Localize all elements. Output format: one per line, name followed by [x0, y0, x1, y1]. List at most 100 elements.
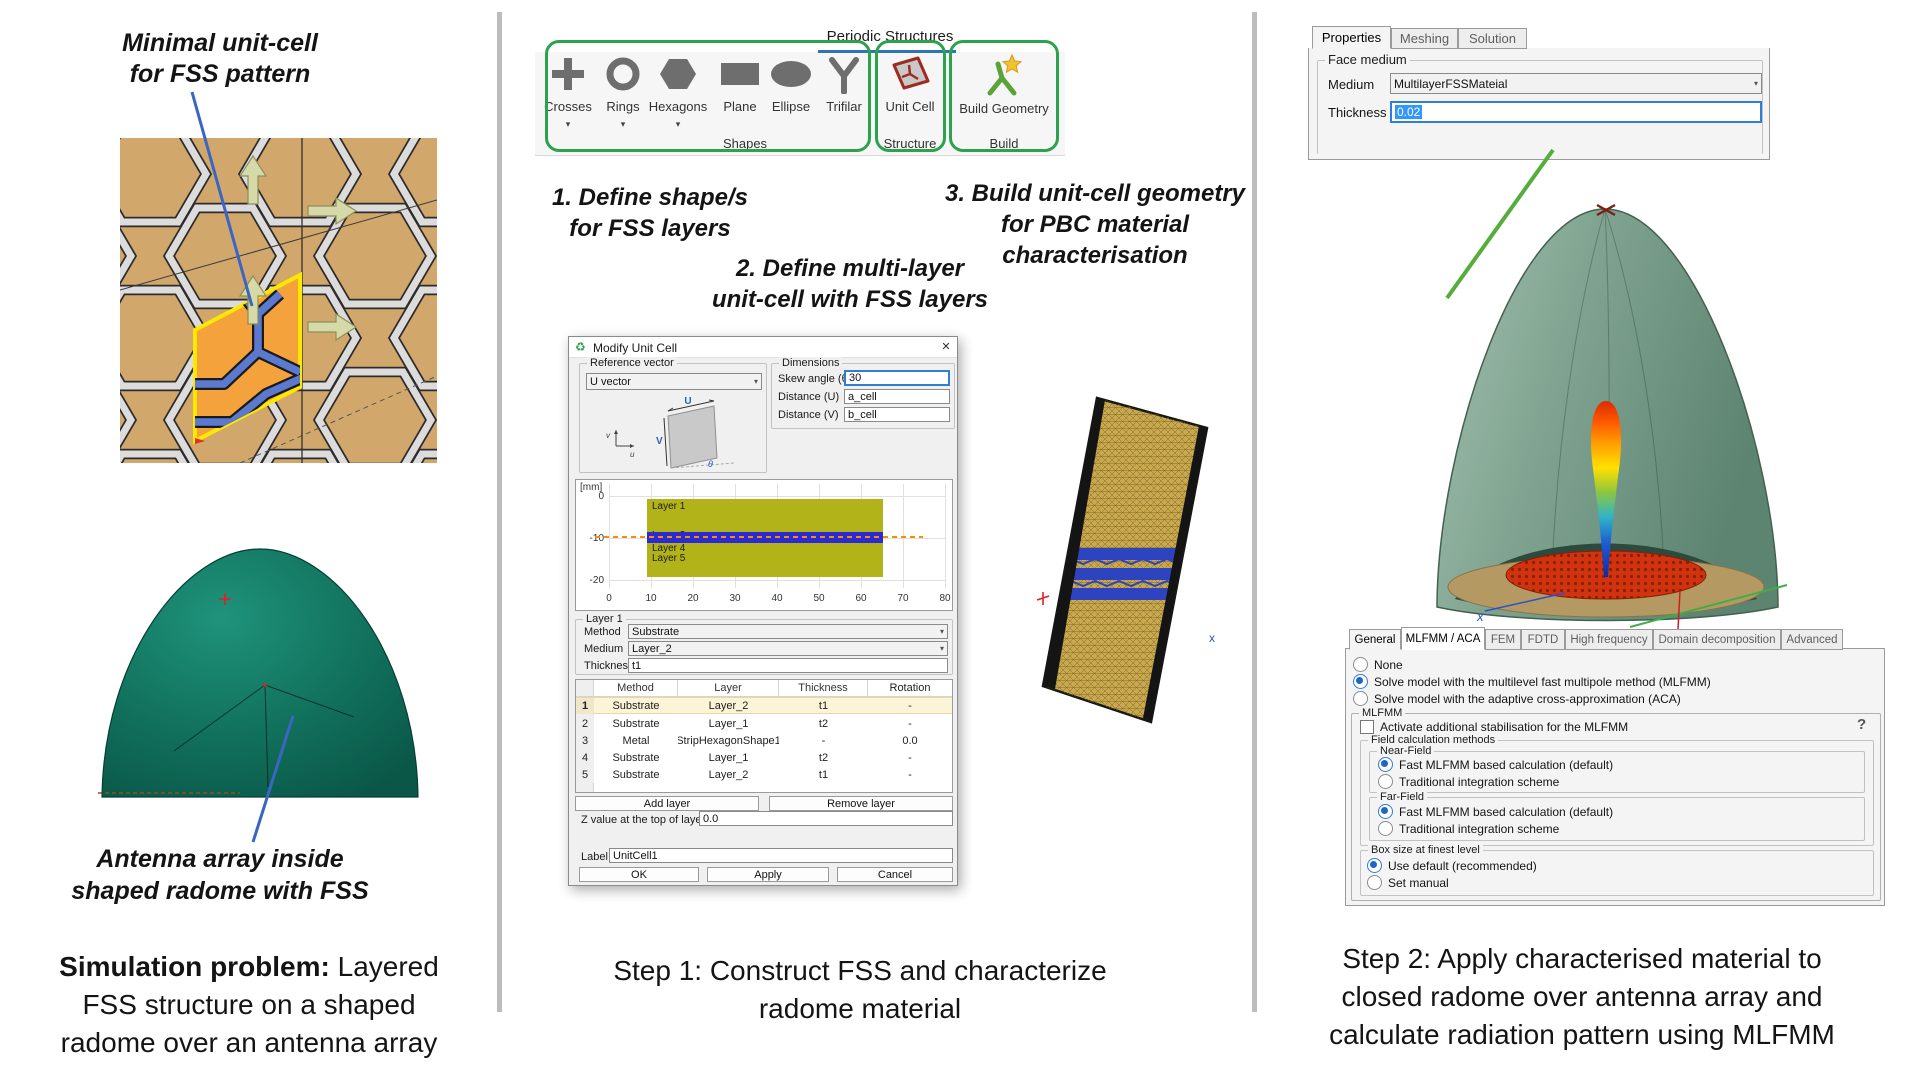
far-field-label: Far-Field — [1377, 791, 1427, 803]
ok-button[interactable]: OK — [579, 867, 699, 882]
plot-ytick: -20 — [578, 575, 604, 586]
plot-xtick: 20 — [681, 593, 705, 604]
cancel-button[interactable]: Cancel — [837, 867, 953, 882]
layer1-label: Layer 1 — [652, 502, 685, 512]
table-row[interactable]: 2 Substrate Layer_1 t2 - — [576, 715, 952, 732]
radio-icon[interactable] — [1378, 821, 1393, 836]
app-icon: ♻ — [575, 340, 586, 354]
plot-xtick: 40 — [765, 593, 789, 604]
distance-u-input[interactable]: a_cell — [844, 389, 950, 404]
axis-marker — [1037, 592, 1049, 605]
checkbox-icon[interactable] — [1360, 720, 1374, 734]
close-icon[interactable]: ✕ — [937, 340, 955, 353]
selected-text: 0.02 — [1395, 105, 1422, 119]
remove-layer-button[interactable]: Remove layer — [769, 796, 953, 811]
tab-general[interactable]: General — [1349, 629, 1401, 650]
plot-xtick: 60 — [849, 593, 873, 604]
plot-xtick: 10 — [639, 593, 663, 604]
dialog-titlebar[interactable]: ♻ Modify Unit Cell ✕ — [569, 337, 957, 358]
table-row[interactable]: 3 Metal StripHexagonShape1 - 0.0 — [576, 732, 952, 749]
skew-angle-input[interactable]: 30 — [844, 370, 950, 386]
tab-mlfmm-aca[interactable]: MLFMM / ACA — [1401, 627, 1485, 650]
reference-vector-select[interactable]: U vector — [586, 373, 762, 390]
face-medium-label: Face medium — [1325, 54, 1410, 66]
annotation-2: 2. Define multi-layer unit-cell with FSS… — [695, 253, 1005, 315]
diagram-v-label: V — [656, 436, 663, 447]
layer5-label: Layer 5 — [652, 554, 685, 564]
table-row[interactable]: 1 Substrate Layer_2 t1 - — [576, 697, 952, 714]
diagram-axis-u: u — [630, 450, 635, 459]
plot-xtick: 0 — [597, 593, 621, 604]
radio-icon[interactable] — [1353, 691, 1368, 706]
ribbon-fragment: Periodic Structures Crosses Rings Hexago… — [535, 22, 1065, 156]
layer-table: Method Layer Thickness Rotation 1 Substr… — [575, 679, 953, 793]
table-header-thickness[interactable]: Thickness — [779, 680, 868, 696]
option-aca[interactable]: Solve model with the adaptive cross-appr… — [1353, 691, 1681, 706]
problem-caption-line2: FSS structure on a shaped — [10, 986, 488, 1024]
option-near-traditional[interactable]: Traditional integration scheme — [1378, 774, 1559, 789]
tab-meshing[interactable]: Meshing — [1391, 28, 1458, 49]
tab-fdtd[interactable]: FDTD — [1521, 629, 1565, 650]
table-row[interactable]: 5 Substrate Layer_2 t1 - — [576, 766, 952, 783]
plot-xtick: 70 — [891, 593, 915, 604]
distance-v-input[interactable]: b_cell — [844, 407, 950, 422]
table-header-rotation[interactable]: Rotation — [868, 680, 952, 696]
radio-icon[interactable] — [1353, 674, 1368, 689]
add-layer-button[interactable]: Add layer — [575, 796, 759, 811]
highlight-box-shapes — [545, 40, 871, 152]
reference-vector-label: Reference vector — [587, 357, 677, 369]
option-mlfmm[interactable]: Solve model with the multilevel fast mul… — [1353, 674, 1711, 689]
option-far-fast[interactable]: Fast MLFMM based calculation (default) — [1378, 804, 1613, 819]
highlight-box-build — [949, 40, 1059, 152]
radio-icon[interactable] — [1378, 757, 1393, 772]
radio-icon[interactable] — [1378, 804, 1393, 819]
box-size-label: Box size at finest level — [1368, 844, 1483, 856]
modify-unit-cell-dialog: ♻ Modify Unit Cell ✕ Reference vector U … — [568, 336, 958, 886]
table-row[interactable]: 4 Substrate Layer_1 t2 - — [576, 749, 952, 766]
fss-pattern-image — [120, 138, 437, 463]
label-input[interactable]: UnitCell1 — [609, 848, 953, 863]
radio-icon[interactable] — [1378, 774, 1393, 789]
unit-cell-note-line1: Minimal unit-cell — [70, 28, 370, 59]
thickness-input[interactable]: 0.02 — [1390, 101, 1762, 123]
medium-select[interactable]: MultilayerFSSMateial — [1390, 73, 1762, 94]
option-near-fast[interactable]: Fast MLFMM based calculation (default) — [1378, 757, 1613, 772]
plot-xtick: 50 — [807, 593, 831, 604]
radio-icon[interactable] — [1353, 657, 1368, 672]
unit-cell-note: Minimal unit-cell for FSS pattern — [70, 28, 370, 90]
help-icon[interactable]: ? — [1857, 716, 1866, 733]
stabilisation-checkbox-row[interactable]: Activate additional stabilisation for th… — [1360, 720, 1628, 734]
layer1-properties-group: Layer 1 Method Substrate Medium Layer_2 … — [575, 619, 953, 675]
option-none[interactable]: None — [1353, 657, 1403, 672]
option-far-traditional[interactable]: Traditional integration scheme — [1378, 821, 1559, 836]
method-select[interactable]: Substrate — [628, 624, 948, 639]
tab-fem[interactable]: FEM — [1485, 629, 1521, 650]
table-header-layer[interactable]: Layer — [678, 680, 779, 696]
apply-button[interactable]: Apply — [707, 867, 829, 882]
radio-icon[interactable] — [1367, 875, 1382, 890]
tab-solution[interactable]: Solution — [1458, 28, 1527, 49]
option-set-manual[interactable]: Set manual — [1367, 875, 1449, 890]
table-header-method[interactable]: Method — [594, 680, 678, 696]
tab-properties[interactable]: Properties — [1312, 26, 1391, 49]
option-use-default[interactable]: Use default (recommended) — [1367, 858, 1537, 873]
skew-angle-label: Skew angle (θ) — [778, 373, 851, 385]
z-value-input[interactable]: 0.0 — [699, 811, 953, 826]
tab-high-frequency[interactable]: High frequency — [1565, 629, 1653, 650]
tab-domain-decomposition[interactable]: Domain decomposition — [1653, 629, 1781, 650]
antenna-note: Antenna array inside shaped radome with … — [40, 843, 400, 907]
radio-icon[interactable] — [1367, 858, 1382, 873]
dimensions-group: Dimensions Skew angle (θ) 30 Distance (U… — [771, 363, 955, 429]
dimensions-label: Dimensions — [779, 357, 842, 369]
meshed-fss-sheet-image: x — [1035, 390, 1225, 735]
layer-stack-plot: [mm] 0 -10 -20 Layer 2 Layer 1 Layer 4 L… — [575, 479, 953, 611]
tab-advanced[interactable]: Advanced — [1781, 629, 1843, 650]
near-field-group: Near-Field Fast MLFMM based calculation … — [1369, 751, 1865, 793]
radome-preview-image — [90, 535, 430, 805]
layer1-group-label: Layer 1 — [583, 613, 626, 625]
annotation-1: 1. Define shape/s for FSS layers — [530, 182, 770, 244]
dialog-title: Modify Unit Cell — [593, 341, 677, 355]
thickness-input[interactable]: t1 — [628, 658, 948, 673]
medium-select[interactable]: Layer_2 — [628, 641, 948, 656]
problem-caption: Simulation problem: Layered FSS structur… — [10, 948, 488, 1062]
